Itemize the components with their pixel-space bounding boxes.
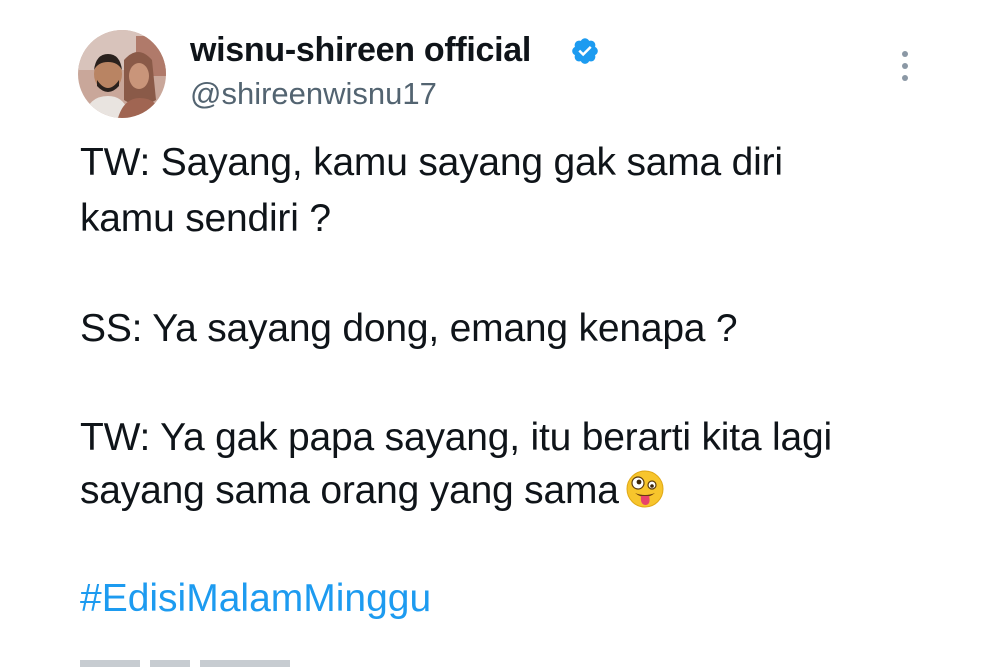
verified-badge-icon — [572, 38, 598, 64]
author-display-name[interactable]: wisnu-shireen official — [190, 30, 531, 70]
more-options-button[interactable] — [888, 46, 922, 86]
tweet-text-line: TW: Ya gak papa sayang, itu berarti kita… — [80, 416, 832, 459]
more-vertical-icon — [902, 51, 908, 81]
tweet-text-line: TW: Sayang, kamu sayang gak sama diri — [80, 141, 783, 184]
zany-face-emoji — [626, 470, 664, 508]
hashtag-link[interactable]: #EdisiMalamMinggu — [80, 574, 431, 624]
author-handle[interactable]: @shireenwisnu17 — [190, 74, 437, 114]
avatar[interactable] — [78, 30, 166, 118]
tweet-text-line-with-emoji: sayang sama orang yang sama — [80, 466, 665, 516]
tweet-text-line: kamu sendiri ? — [80, 197, 331, 240]
timestamp-row-cutoff — [80, 660, 290, 667]
avatar-photo — [78, 30, 166, 118]
tweet-card: wisnu-shireen official @shireenwisnu17 T… — [0, 0, 1000, 667]
tweet-text-line: SS: Ya sayang dong, emang kenapa ? — [80, 307, 738, 350]
tweet-text-line: sayang sama orang yang sama — [80, 469, 619, 512]
